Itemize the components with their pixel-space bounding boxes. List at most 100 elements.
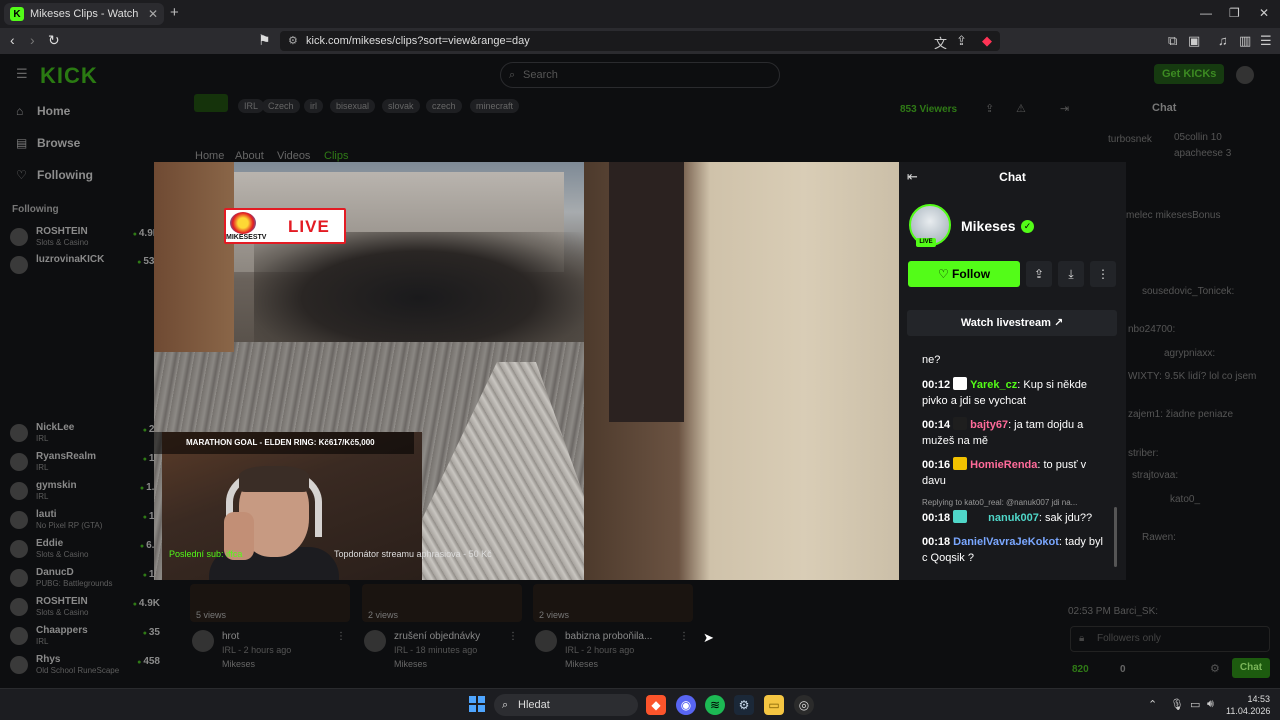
settings-gear-icon[interactable]: ⚙ — [1210, 662, 1220, 675]
tag[interactable]: slovak — [382, 99, 420, 113]
spotify-icon[interactable]: ≋ — [705, 695, 725, 715]
message-user[interactable]: Yarek_cz — [970, 379, 1017, 391]
follow-button[interactable]: ♡ Follow — [908, 261, 1020, 287]
chat-scrollbar[interactable] — [1114, 507, 1117, 567]
message-user[interactable]: bajty67 — [970, 419, 1008, 431]
url-field[interactable]: ⚙ kick.com/mikeses/clips?sort=view&range… — [280, 31, 1000, 51]
download-button[interactable]: ⤓ — [1058, 261, 1084, 287]
obs-icon[interactable]: ◎ — [794, 695, 814, 715]
clip-title[interactable]: hrot — [222, 631, 239, 642]
tray-chevron-icon[interactable]: ⌃ — [1148, 698, 1157, 711]
clip-title[interactable]: zrušení objednávky — [394, 631, 480, 642]
followed-channel[interactable]: Eddie Slots & Casino 6.2 — [10, 538, 160, 562]
minimize-icon[interactable]: — — [1200, 6, 1212, 20]
tag[interactable]: bisexual — [330, 99, 376, 113]
forward-icon[interactable]: › — [30, 32, 35, 48]
followed-channel[interactable]: luzrovinaKICK 534 — [10, 254, 160, 278]
sidebar-item-browse[interactable]: Browse — [37, 136, 80, 150]
clip-thumbnail[interactable]: 5 views — [190, 584, 350, 622]
clip-thumbnail[interactable]: 2 views — [362, 584, 522, 622]
taskbar-search[interactable]: ⌕ Hledat — [494, 694, 638, 716]
followed-channel[interactable]: NickLee IRL 27 — [10, 422, 160, 446]
browser-tab[interactable]: K Mikeses Clips - Watch Live on Kick ✕ — [4, 3, 164, 25]
followed-channel[interactable]: Chaappers IRL 35 — [10, 625, 160, 649]
wallet-icon[interactable]: ▣ — [1188, 33, 1200, 49]
report-icon[interactable]: ⚠ — [1016, 102, 1026, 115]
followed-channel[interactable]: RyansRealm IRL 12 — [10, 451, 160, 475]
more-icon[interactable]: ⋮ — [679, 631, 689, 642]
video-player[interactable]: MIKESESTV LIVE MARATHON GOAL - ELDEN RIN… — [154, 162, 899, 580]
discord-icon[interactable]: ◉ — [676, 695, 696, 715]
send-chat-button[interactable]: Chat — [1232, 658, 1270, 678]
tag[interactable]: Czech — [262, 99, 300, 113]
file-explorer-icon[interactable]: ▭ — [764, 695, 784, 715]
message-user[interactable]: HomieRenda — [970, 459, 1037, 471]
taskbar-search-label: Hledat — [518, 699, 550, 711]
more-icon[interactable]: ⋮ — [336, 631, 346, 642]
followed-channel[interactable]: ROSHTEIN Slots & Casino 4.9K — [10, 226, 160, 250]
close-window-icon[interactable]: ✕ — [1259, 6, 1269, 20]
tab-about[interactable]: About — [235, 150, 264, 162]
more-options-button[interactable]: ⋮ — [1090, 261, 1116, 287]
back-icon[interactable]: ‹ — [10, 32, 15, 48]
menu-icon[interactable]: ☰ — [1260, 33, 1272, 49]
tag[interactable]: IRL — [238, 99, 265, 113]
share-icon[interactable]: ⇪ — [956, 33, 967, 49]
hamburger-icon[interactable]: ☰ — [16, 66, 28, 82]
site-info-icon[interactable]: ⚙ — [288, 31, 298, 51]
channel-points[interactable]: 820 — [1072, 664, 1089, 675]
media-icon[interactable]: ♫ — [1218, 33, 1228, 48]
message-user[interactable]: nanuk007 — [988, 512, 1039, 524]
volume-icon[interactable]: 🔊︎ — [1207, 698, 1214, 711]
more-icon[interactable]: ⋮ — [508, 631, 518, 642]
followed-channel[interactable]: ROSHTEIN Slots & Casino 4.9K — [10, 596, 160, 620]
steam-icon[interactable]: ⚙ — [734, 695, 754, 715]
clip-user[interactable]: Mikeses — [565, 659, 598, 669]
search-input[interactable]: ⌕ Search — [500, 62, 780, 88]
tab-home[interactable]: Home — [195, 150, 224, 162]
followed-channel[interactable]: DanucD PUBG: Battlegrounds 10 — [10, 567, 160, 591]
tab-videos[interactable]: Videos — [277, 150, 310, 162]
bookmark-icon[interactable]: ⚑ — [258, 32, 271, 49]
get-kicks-button[interactable]: Get KICKs — [1154, 64, 1225, 84]
followed-channel[interactable]: gymskin IRL 1.4 — [10, 480, 160, 504]
chat-input[interactable]: 🔒︎ Followers only — [1070, 626, 1270, 652]
clip-card[interactable]: 5 views hrot IRL - 2 hours ago Mikeses ⋮ — [190, 584, 350, 669]
message-user[interactable]: DanielVavraJeKokot — [953, 536, 1059, 548]
sidebar-item-home[interactable]: Home — [37, 104, 70, 118]
chat-message-partial: ne? — [922, 354, 941, 366]
clip-card[interactable]: 2 views babizna proboňila... IRL - 2 hou… — [533, 584, 693, 669]
followed-channel[interactable]: lauti No Pixel RP (GTA) 12 — [10, 509, 160, 533]
channel-avatar[interactable] — [194, 94, 228, 112]
watch-livestream-button[interactable]: Watch livestream ↗ — [907, 310, 1117, 336]
clip-card[interactable]: 2 views zrušení objednávky IRL - 18 minu… — [362, 584, 522, 669]
brave-shield-icon[interactable]: ◆ — [982, 33, 992, 49]
clip-user[interactable]: Mikeses — [222, 659, 255, 669]
microphone-icon[interactable]: 🎙︎ — [1170, 698, 1184, 711]
share-icon[interactable]: ⇪ — [985, 102, 994, 115]
windows-start-icon[interactable] — [469, 696, 485, 712]
tag[interactable]: minecraft — [470, 99, 520, 113]
channel-name[interactable]: Mikeses — [961, 218, 1015, 234]
brave-icon[interactable]: ◆ — [646, 695, 666, 715]
clip-thumbnail[interactable]: 2 views — [533, 584, 693, 622]
sidebar-icon[interactable]: ▥ — [1239, 33, 1251, 49]
close-tab-icon[interactable]: ✕ — [148, 7, 158, 21]
maximize-icon[interactable]: ❐ — [1229, 6, 1240, 20]
reload-icon[interactable]: ↻ — [48, 32, 60, 49]
followed-channel[interactable]: Rhys Old School RuneScape 458 — [10, 654, 160, 678]
kick-logo[interactable]: KICK — [40, 63, 98, 89]
clip-user[interactable]: Mikeses — [394, 659, 427, 669]
clip-title[interactable]: babizna proboňila... — [565, 631, 652, 642]
tag[interactable]: czech — [426, 99, 462, 113]
system-clock[interactable]: 14:53 11.04.2026 — [1226, 693, 1270, 717]
new-tab-icon[interactable]: + — [170, 4, 179, 21]
tab-clips[interactable]: Clips — [324, 150, 348, 162]
user-avatar[interactable] — [1236, 66, 1254, 84]
sidebar-item-following[interactable]: Following — [37, 168, 93, 182]
translate-icon[interactable]: 文 — [934, 33, 947, 52]
tag[interactable]: irl — [304, 99, 323, 113]
extensions-icon[interactable]: ⧉ — [1168, 33, 1177, 49]
network-icon[interactable]: ▭ — [1190, 698, 1200, 711]
share-button[interactable]: ⇪ — [1026, 261, 1052, 287]
